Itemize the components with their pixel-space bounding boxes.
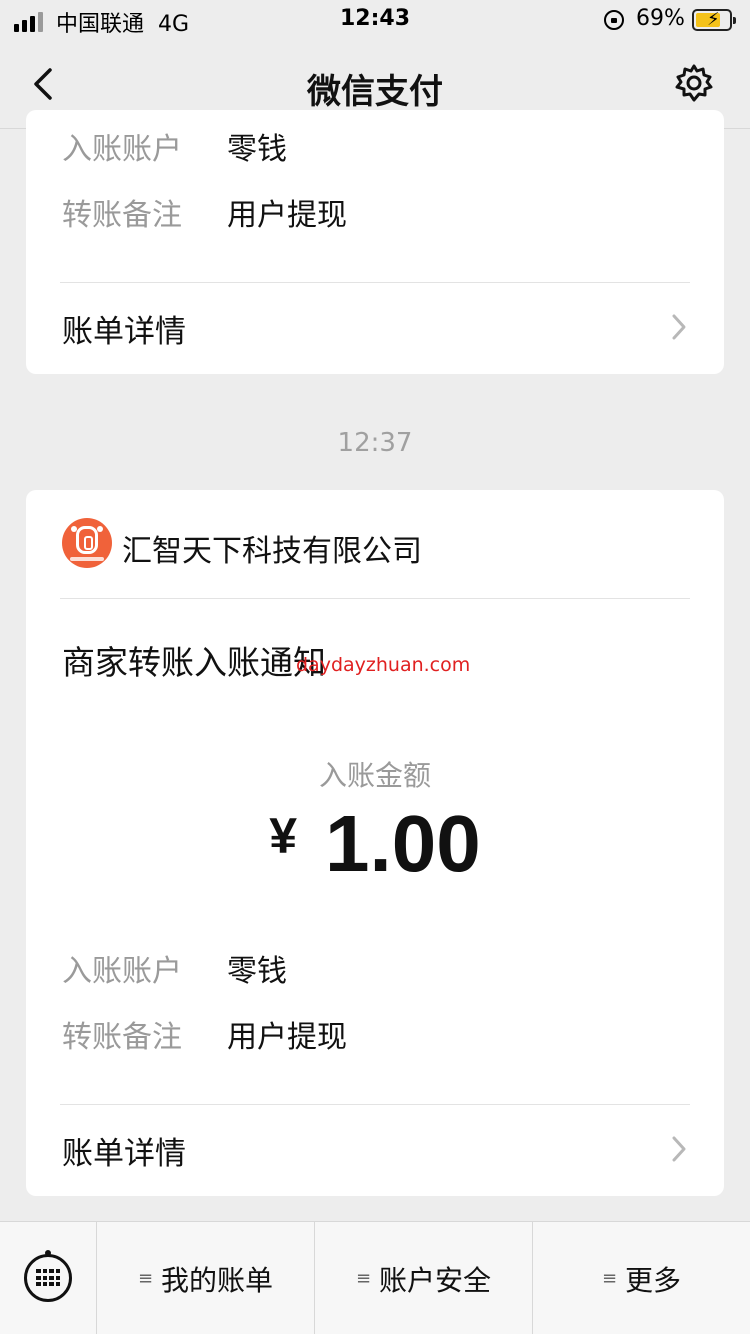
settings-gear-icon[interactable] (672, 62, 716, 106)
message-timestamp: 12:37 (337, 428, 413, 458)
card-divider (60, 1104, 690, 1105)
menu-lines-icon: ≡ (601, 1268, 618, 1289)
notice-title: 商家转账入账通知 (62, 643, 326, 682)
account-value: 零钱 (227, 132, 287, 167)
merchant-logo (62, 518, 112, 568)
orientation-lock-icon (604, 10, 624, 30)
remark-label: 转账备注 (62, 198, 182, 233)
menu-label: 更多 (625, 1263, 682, 1297)
bill-detail-label: 账单详情 (62, 1136, 186, 1172)
menu-label: 我的账单 (161, 1263, 274, 1297)
watermark-text: daydayzhuan.com (296, 654, 471, 676)
remark-label: 转账备注 (62, 1020, 182, 1055)
info-row-account: 入账账户 零钱 (62, 946, 287, 990)
amount-number: 1.00 (325, 799, 481, 888)
info-row-remark: 转账备注 用户提现 (62, 190, 347, 234)
amount-value: ¥1.00 (26, 798, 724, 890)
info-row-remark: 转账备注 用户提现 (62, 1012, 347, 1056)
info-row-account: 入账账户 零钱 (62, 124, 287, 168)
bottom-menu-bar: ≡ 我的账单 ≡ 账户安全 ≡ 更多 (0, 1221, 750, 1334)
bill-detail-link[interactable]: 账单详情 (26, 286, 724, 366)
remark-value: 用户提现 (227, 198, 347, 233)
menu-lines-icon: ≡ (355, 1268, 372, 1289)
menu-account-security[interactable]: ≡ 账户安全 (315, 1222, 533, 1334)
account-label: 入账账户 (62, 954, 182, 989)
amount-label: 入账金额 (318, 759, 431, 792)
account-value: 零钱 (227, 954, 287, 989)
status-bar: 中国联通 4G 12:43 69% ⚡ (0, 0, 750, 40)
account-label: 入账账户 (62, 132, 182, 167)
chevron-right-icon (672, 1136, 686, 1162)
keyboard-toggle-button[interactable] (0, 1222, 97, 1334)
card-divider (60, 282, 690, 283)
bill-detail-label: 账单详情 (62, 314, 186, 350)
currency-symbol: ¥ (269, 808, 298, 864)
previous-transfer-card: 入账账户 零钱 转账备注 用户提现 账单详情 (26, 110, 724, 374)
battery-percent: 69% (636, 6, 685, 31)
battery-charging-icon: ⚡ (692, 9, 736, 31)
page-title: 微信支付 (307, 72, 443, 112)
keyboard-icon (24, 1250, 72, 1302)
card-divider (60, 598, 690, 599)
bill-detail-link[interactable]: 账单详情 (26, 1108, 724, 1188)
menu-my-bills[interactable]: ≡ 我的账单 (97, 1222, 315, 1334)
chevron-right-icon (672, 314, 686, 340)
transfer-notification-card[interactable]: 汇智天下科技有限公司 商家转账入账通知 daydayzhuan.com 入账金额… (26, 490, 724, 1196)
remark-value: 用户提现 (227, 1020, 347, 1055)
merchant-name: 汇智天下科技有限公司 (122, 534, 422, 569)
menu-label: 账户安全 (379, 1263, 492, 1297)
menu-more[interactable]: ≡ 更多 (533, 1222, 750, 1334)
menu-lines-icon: ≡ (137, 1268, 154, 1289)
